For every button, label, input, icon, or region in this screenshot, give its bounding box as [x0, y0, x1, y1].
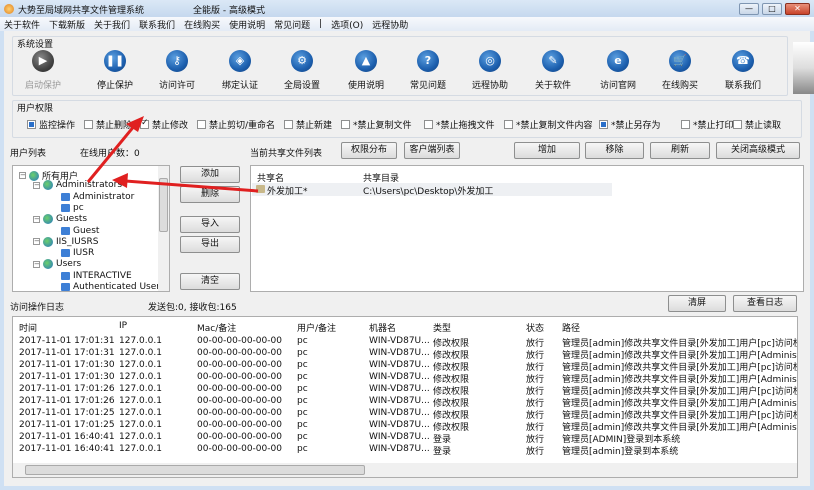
red-arrow-to-administrators [112, 173, 259, 193]
red-arrow-to-checkbox [86, 116, 144, 183]
annotation-arrows [86, 116, 259, 193]
